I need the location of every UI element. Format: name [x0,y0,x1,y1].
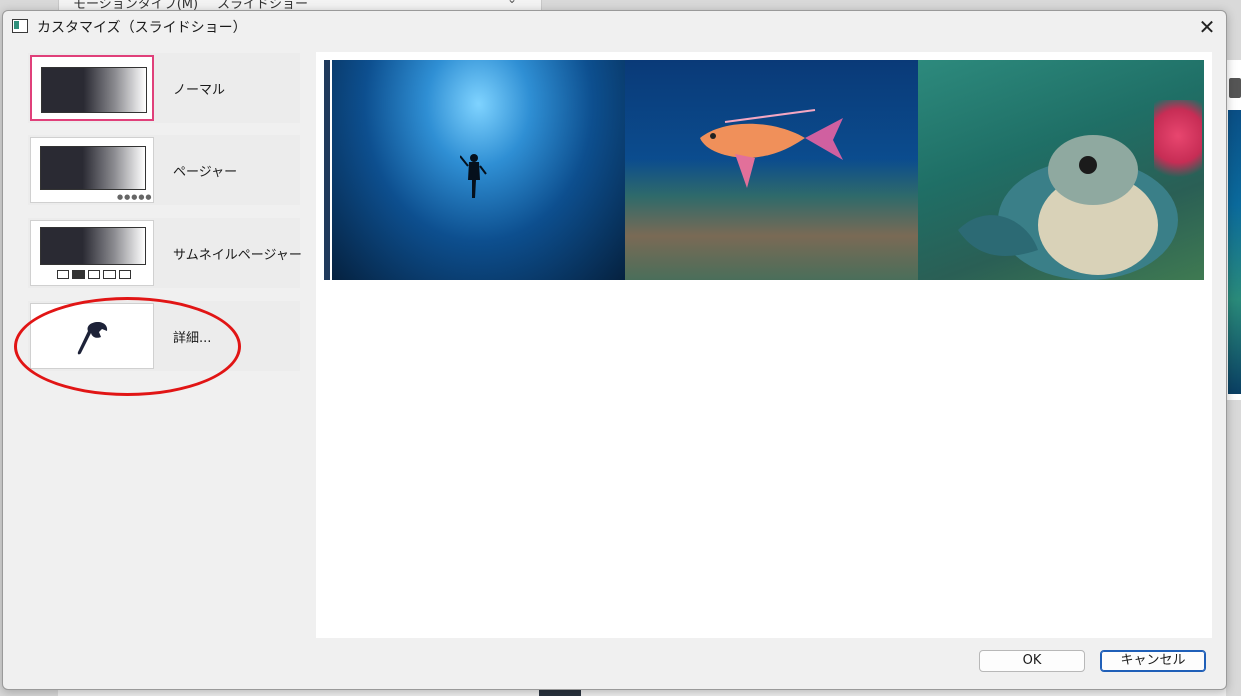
thumbnail-pager-thumbnail [30,220,154,286]
fish-icon [700,109,843,188]
option-normal[interactable]: ノーマル [28,53,300,123]
dialog-title: カスタマイズ（スライドショー） [37,20,247,36]
option-details-label: 詳細... [173,331,212,346]
preview-panel [316,52,1212,638]
option-pager-label: ページャー [173,165,238,180]
background-side-panel [1226,60,1241,400]
preview-edge-bar [324,60,330,280]
option-details[interactable]: 詳細... [28,301,300,371]
details-thumbnail [30,303,154,369]
wrench-icon [77,322,108,355]
diver-icon [460,154,487,198]
ok-button[interactable]: OK [979,650,1085,672]
gradient-preview-icon [40,146,146,190]
title-bar: カスタマイズ（スライドショー） ✕ [3,11,1226,43]
option-thumbnail-pager[interactable]: サムネイルページャー [28,218,302,288]
gradient-preview-icon [40,227,146,265]
option-normal-label: ノーマル [173,83,226,98]
thumbnail-strip-icon [57,270,132,279]
close-button[interactable]: ✕ [1194,14,1220,40]
customize-dialog: カスタマイズ（スライドショー） ✕ ノーマル ●●●●● ページャー サムネイル… [2,10,1227,690]
option-thumbnail-pager-label: サムネイルページャー [173,248,302,263]
chevron-down-icon: ⌄ [507,0,517,6]
sea-turtle-photo [918,60,1204,280]
coral [1154,100,1202,190]
scuba-diver-photo [332,60,625,280]
orange-fish-photo [625,60,918,280]
gradient-preview-icon [41,67,147,113]
normal-thumbnail [30,55,154,121]
cancel-button[interactable]: キャンセル [1100,650,1206,672]
side-panel-image [1228,110,1241,394]
option-pager[interactable]: ●●●●● ページャー [28,135,300,205]
turtle-icon [958,135,1178,280]
pager-thumbnail: ●●●●● [30,137,154,203]
app-icon [12,19,28,33]
pager-dots-icon: ●●●●● [117,193,153,201]
side-panel-icon [1229,78,1241,98]
